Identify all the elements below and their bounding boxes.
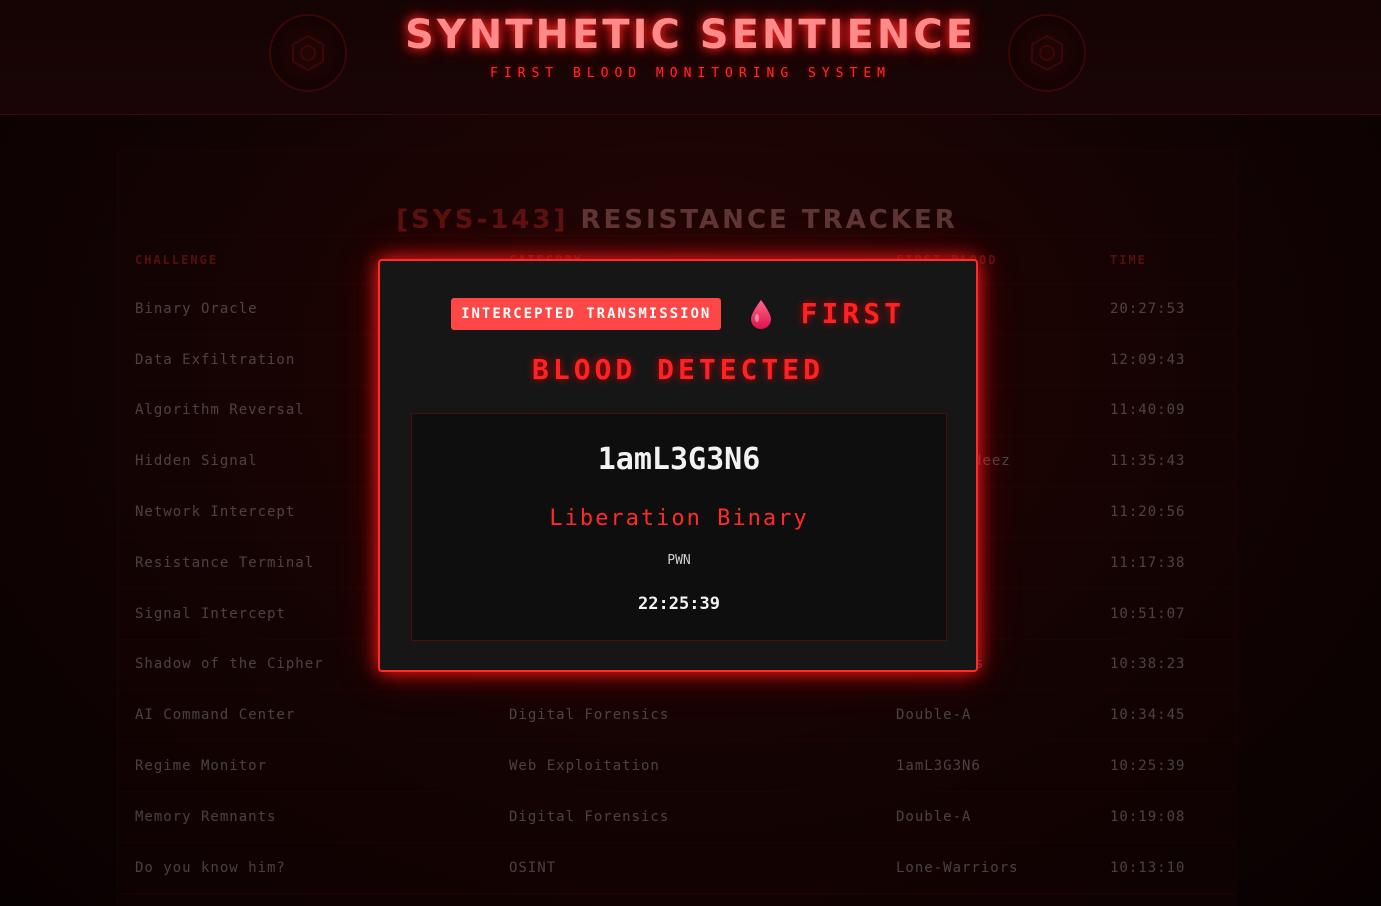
row-challenge: Binary Oracle [135, 300, 258, 317]
intercepted-badge: INTERCEPTED TRANSMISSION [451, 297, 722, 330]
table-row: Memory Remnants Digital Forensics Double… [118, 792, 1236, 843]
column-header-challenge: CHALLENGE [135, 252, 219, 267]
row-challenge: Regime Monitor [135, 758, 268, 775]
table-row: AI Command Center Digital Forensics Doub… [118, 690, 1236, 742]
row-time: 10:34:45 [1110, 707, 1186, 724]
site-subtitle: FIRST BLOOD MONITORING SYSTEM [490, 66, 891, 81]
row-challenge: Signal Intercept [135, 605, 286, 622]
row-challenge: Network Intercept [135, 504, 296, 521]
row-time: 10:51:07 [1110, 605, 1186, 622]
challenge-category: PWN [667, 553, 691, 568]
solve-time: 22:25:39 [638, 594, 720, 614]
modal-header: INTERCEPTED TRANSMISSION FIRST [380, 297, 976, 330]
row-category: OSINT [509, 859, 557, 876]
row-challenge: Hidden Signal [135, 453, 258, 470]
row-solver: Lone-Warriors [896, 859, 1019, 876]
row-time: 10:19:08 [1110, 808, 1186, 825]
challenge-name: Liberation Binary [549, 506, 809, 531]
row-category: Digital Forensics [509, 707, 670, 724]
row-time: 10:38:23 [1110, 656, 1186, 673]
row-challenge: Do you know him? [135, 859, 286, 876]
row-challenge: Memory Remnants [135, 808, 277, 825]
row-solver: Double-A [896, 707, 972, 724]
site-header: SYNTHETIC SENTIENCE FIRST BLOOD MONITORI… [0, 0, 1381, 115]
tracker-name: RESISTANCE TRACKER [580, 205, 958, 235]
row-time: 10:25:39 [1110, 758, 1186, 775]
row-time: 11:35:43 [1110, 453, 1186, 470]
row-time: 10:13:10 [1110, 859, 1186, 876]
row-challenge: AI Command Center [135, 707, 296, 724]
row-solver: 1amL3G3N6 [896, 758, 981, 775]
blood-drop-icon [751, 299, 771, 329]
tracker-tag: [SYS-143] [396, 205, 569, 235]
row-category: Digital Forensics [509, 808, 670, 825]
table-row: Regime Monitor Web Exploitation 1amL3G3N… [118, 741, 1236, 792]
row-challenge: Resistance Terminal [135, 554, 315, 571]
row-time: 11:17:38 [1110, 554, 1186, 571]
row-time: 20:27:53 [1110, 300, 1186, 317]
first-blood-details: 1amL3G3N6 Liberation Binary PWN 22:25:39 [411, 413, 947, 641]
headline-first: FIRST [800, 297, 905, 330]
headline-blood-detected: BLOOD DETECTED [531, 353, 824, 386]
table-row: Do you know him? OSINT Lone-Warriors 10:… [118, 843, 1236, 894]
row-challenge: Data Exfiltration [135, 351, 296, 368]
tracker-title: [SYS-143] RESISTANCE TRACKER [118, 205, 1236, 235]
site-title: SYNTHETIC SENTIENCE [404, 12, 977, 58]
row-time: 12:09:43 [1110, 351, 1186, 368]
row-challenge: Shadow of the Cipher [135, 656, 324, 673]
row-solver: Double-A [896, 808, 972, 825]
row-solver: deez [973, 453, 1011, 470]
solver-name: 1amL3G3N6 [597, 442, 761, 477]
row-challenge: Algorithm Reversal [135, 402, 305, 419]
row-time: 11:40:09 [1110, 402, 1186, 419]
row-category: Web Exploitation [509, 758, 660, 775]
row-time: 11:20:56 [1110, 504, 1186, 521]
first-blood-modal[interactable]: INTERCEPTED TRANSMISSION FIRST BLOOD DET… [378, 259, 978, 672]
column-header-time: TIME [1110, 252, 1147, 267]
